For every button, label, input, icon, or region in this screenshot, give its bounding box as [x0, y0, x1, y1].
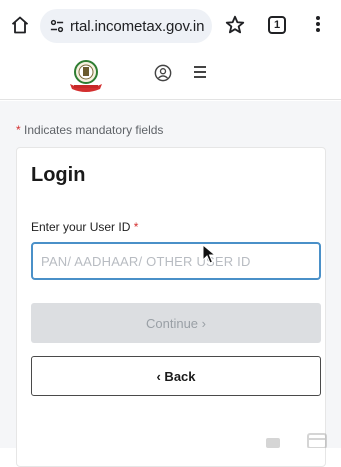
- userid-label: Enter your User ID *: [31, 220, 138, 234]
- more-vert-icon[interactable]: [312, 14, 324, 36]
- star-icon[interactable]: [224, 14, 246, 36]
- mandatory-note: * Indicates mandatory fields: [16, 123, 163, 137]
- userid-label-text: Enter your User ID: [31, 220, 134, 234]
- continue-button[interactable]: Continue ›: [31, 303, 321, 343]
- url-text: rtal.incometax.gov.in: [70, 18, 205, 35]
- mouse-cursor-icon: [202, 244, 216, 264]
- emblem-logo[interactable]: [64, 58, 108, 94]
- userid-input[interactable]: [31, 242, 321, 280]
- login-card: Login Enter your User ID * Continue › ‹ …: [16, 147, 326, 467]
- page-title: Login: [31, 164, 86, 186]
- mandatory-note-text: Indicates mandatory fields: [20, 123, 164, 137]
- hamburger-icon[interactable]: [194, 66, 210, 80]
- account-icon[interactable]: [154, 64, 172, 82]
- site-header: [0, 50, 341, 100]
- tab-switcher-button[interactable]: 1: [268, 16, 286, 34]
- browser-toolbar: rtal.incometax.gov.in 1: [0, 0, 341, 50]
- footer-faded-icons: [266, 433, 327, 448]
- back-button[interactable]: ‹ Back: [31, 356, 321, 396]
- tune-icon[interactable]: [50, 19, 64, 33]
- userid-required-asterisk: *: [133, 220, 139, 234]
- address-bar[interactable]: rtal.incometax.gov.in: [40, 9, 212, 43]
- home-icon[interactable]: [10, 15, 30, 35]
- main-content: * Indicates mandatory fields Login Enter…: [0, 101, 341, 467]
